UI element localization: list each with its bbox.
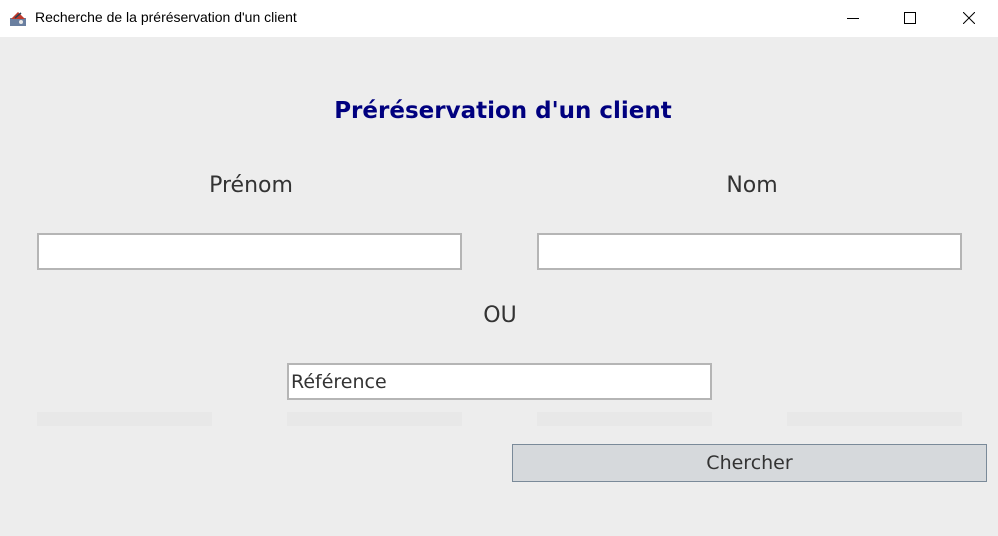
- minimize-button[interactable]: [830, 0, 876, 37]
- first-name-input[interactable]: [37, 233, 462, 270]
- last-name-input[interactable]: [537, 233, 962, 270]
- maximize-button[interactable]: [887, 0, 933, 37]
- search-button[interactable]: Chercher: [512, 444, 987, 482]
- spacer-bar: [287, 412, 462, 426]
- reference-input[interactable]: [287, 363, 712, 400]
- close-icon: [963, 12, 975, 24]
- close-button[interactable]: [946, 0, 992, 37]
- or-separator: OU: [483, 303, 517, 328]
- spacer-bar: [37, 412, 212, 426]
- title-bar: Recherche de la préréservation d'un clie…: [0, 0, 998, 37]
- spacer-bar: [787, 412, 962, 426]
- window-title: Recherche de la préréservation d'un clie…: [35, 9, 297, 25]
- first-name-label: Prénom: [209, 173, 293, 198]
- last-name-label: Nom: [726, 173, 778, 198]
- maximize-icon: [904, 12, 916, 24]
- java-app-icon: [9, 9, 27, 27]
- spacer-bar: [537, 412, 712, 426]
- page-title: Préréservation d'un client: [334, 98, 672, 124]
- minimize-icon: [847, 18, 859, 19]
